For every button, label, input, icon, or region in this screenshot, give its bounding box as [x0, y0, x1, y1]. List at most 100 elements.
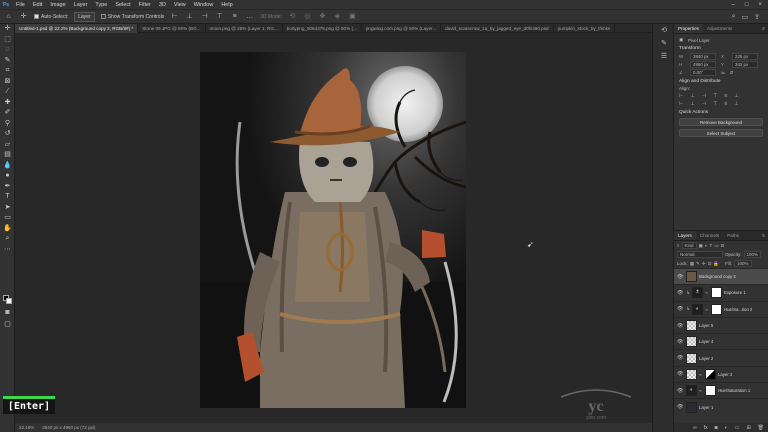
menu-filter[interactable]: Filter — [135, 2, 155, 8]
layer-thumbnail[interactable] — [686, 271, 697, 283]
zoom-level[interactable]: 22.18% — [19, 425, 34, 430]
tab-channels[interactable]: Channels — [696, 231, 723, 240]
opacity-field[interactable]: 100% — [743, 251, 762, 258]
hue-saturation-adjustment-icon[interactable]: ◐ — [686, 385, 697, 397]
layer-row[interactable]: 👁 ↳ ± ∞ Exposure 1 — [674, 284, 768, 300]
canvas-area[interactable]: ➹ — [15, 33, 652, 423]
pen-tool-icon[interactable]: ✒ — [0, 182, 15, 193]
transform-section-title[interactable]: Transform — [679, 46, 763, 51]
distribute-center-icon[interactable]: ⊥ — [690, 101, 694, 107]
link-layers-icon[interactable]: ∞ — [693, 425, 697, 431]
move-tool-icon[interactable]: ✛ — [19, 12, 28, 21]
dodge-tool-icon[interactable]: ● — [0, 171, 15, 182]
eyedropper-tool-icon[interactable]: ⁄ — [0, 87, 15, 98]
visibility-eye-icon[interactable]: 👁 — [677, 355, 684, 361]
layer-name[interactable]: Hue/Sa...tion 2 — [724, 307, 752, 312]
panel-menu-icon[interactable]: ≡ — [762, 24, 768, 33]
distribute-right-icon[interactable]: ⊣ — [702, 101, 706, 107]
layer-mask-thumbnail[interactable] — [705, 368, 716, 380]
zoom-tool-icon[interactable]: ⌕ — [0, 234, 15, 245]
menu-view[interactable]: View — [170, 2, 190, 8]
align-left-icon[interactable]: ⊢ — [170, 12, 179, 21]
align-bottom-edges-icon[interactable]: ⊥ — [734, 93, 738, 99]
rectangle-tool-icon[interactable]: ▭ — [0, 213, 15, 224]
flip-horizontal-icon[interactable]: ⇋ — [721, 70, 725, 76]
clone-stamp-icon[interactable]: ⚲ — [0, 119, 15, 130]
history-panel-icon[interactable]: ⟲ — [653, 24, 675, 37]
minimize-icon[interactable]: – — [732, 2, 735, 8]
trash-icon[interactable]: 🗑 — [758, 425, 764, 431]
visibility-eye-icon[interactable]: 👁 — [677, 404, 684, 410]
workspace-icon[interactable]: ▭ — [742, 13, 749, 21]
align-right-edges-icon[interactable]: ⊣ — [702, 93, 706, 99]
flip-vertical-icon[interactable]: ⇵ — [730, 70, 734, 76]
background-color-swatch[interactable] — [6, 298, 12, 304]
layer-row[interactable]: 👁 Layer 4 — [674, 333, 768, 349]
gradient-tool-icon[interactable]: ▤ — [0, 150, 15, 161]
menu-help[interactable]: Help — [217, 2, 236, 8]
blend-mode-dropdown[interactable]: Normal — [677, 251, 723, 258]
layer-mask-thumbnail[interactable] — [711, 287, 722, 299]
tab-untitled-1[interactable]: Untitled-1.psd @ 22.2% (Background copy … — [15, 24, 139, 33]
layer-thumbnail[interactable] — [686, 401, 697, 413]
brush-tool-icon[interactable]: ✐ — [0, 108, 15, 119]
layer-name[interactable]: Layer 5 — [699, 323, 713, 328]
filter-smart-icon[interactable]: ⊡ — [721, 243, 725, 249]
layer-thumbnail[interactable] — [686, 336, 697, 348]
fill-field[interactable]: 100% — [733, 260, 752, 267]
visibility-eye-icon[interactable]: 👁 — [677, 371, 684, 377]
maximize-icon[interactable]: □ — [745, 2, 749, 8]
align-right-icon[interactable]: ⊣ — [200, 12, 209, 21]
visibility-eye-icon[interactable]: 👁 — [677, 323, 684, 329]
panel-menu-icon[interactable]: ≡ — [762, 231, 768, 240]
tab-adjustments[interactable]: Adjustments — [703, 24, 736, 33]
frame-tool-icon[interactable]: ⊠ — [0, 77, 15, 88]
distribute-left-icon[interactable]: ⊢ — [679, 101, 683, 107]
align-horizontal-centers-icon[interactable]: ⊥ — [690, 93, 694, 99]
menu-edit[interactable]: Edit — [29, 2, 46, 8]
group-icon[interactable]: ▭ — [735, 425, 740, 431]
document-size[interactable]: 3840 px x 4960 px (72 ppi) — [42, 425, 95, 430]
layer-row[interactable]: 👁 Layer 2 — [674, 349, 768, 365]
menu-layer[interactable]: Layer — [70, 2, 92, 8]
filter-type-icon[interactable]: T — [710, 243, 713, 248]
chain-link-icon[interactable]: ∞ — [699, 372, 703, 377]
search-icon[interactable]: ⌕ — [732, 13, 736, 21]
visibility-eye-icon[interactable]: 👁 — [677, 290, 684, 296]
lock-all-icon[interactable]: 🔒 — [713, 261, 719, 267]
tab-stone[interactable]: Stone 09.JPG @ 50% (BG... — [138, 24, 206, 33]
add-mask-icon[interactable]: ◙ — [715, 425, 718, 431]
align-left-edges-icon[interactable]: ⊢ — [679, 93, 683, 99]
kind-filter-dropdown[interactable]: Kind — [681, 242, 697, 249]
distribute-bottom-icon[interactable]: ⊥ — [734, 101, 738, 107]
layer-row[interactable]: 👁 ◐ ∞ Hue/Saturation 1 — [674, 382, 768, 398]
visibility-eye-icon[interactable]: 👁 — [677, 274, 684, 280]
tab-layers[interactable]: Layers — [674, 231, 696, 240]
align-middle-icon[interactable]: ≡ — [230, 12, 239, 21]
layer-name[interactable]: Hue/Saturation 1 — [718, 388, 750, 393]
move-tool-icon[interactable]: ✛ — [0, 24, 15, 35]
layer-name[interactable]: Layer 3 — [718, 372, 732, 377]
remove-background-button[interactable]: Remove Background — [679, 118, 763, 126]
auto-select-target-dropdown[interactable]: Layer — [74, 11, 95, 22]
menu-type[interactable]: Type — [91, 2, 111, 8]
layer-row[interactable]: 👁 Layer 1 — [674, 398, 768, 414]
layer-name[interactable]: Layer 1 — [699, 405, 713, 410]
quick-mask-icon[interactable]: ◙ — [0, 308, 15, 319]
layer-thumbnail[interactable] — [686, 320, 697, 332]
x-field[interactable]: 225 px — [732, 53, 758, 60]
tab-moon[interactable]: moon.png @ 25% (Layer 1, RG... — [206, 24, 283, 33]
fx-icon[interactable]: fx — [704, 425, 708, 431]
tab-paths[interactable]: Paths — [723, 231, 743, 240]
menu-window[interactable]: Window — [190, 2, 218, 8]
visibility-eye-icon[interactable]: 👁 — [677, 339, 684, 345]
distribute-middle-icon[interactable]: ≡ — [724, 101, 727, 107]
visibility-eye-icon[interactable]: 👁 — [677, 388, 684, 394]
menu-file[interactable]: File — [12, 2, 29, 8]
height-field[interactable]: 4960 px — [690, 61, 716, 68]
filter-adjustment-icon[interactable]: ◐ — [705, 243, 708, 248]
menu-3d[interactable]: 3D — [155, 2, 170, 8]
layer-mask-thumbnail[interactable] — [705, 385, 716, 397]
lock-paint-icon[interactable]: ✎ — [696, 261, 700, 267]
menu-select[interactable]: Select — [111, 2, 134, 8]
